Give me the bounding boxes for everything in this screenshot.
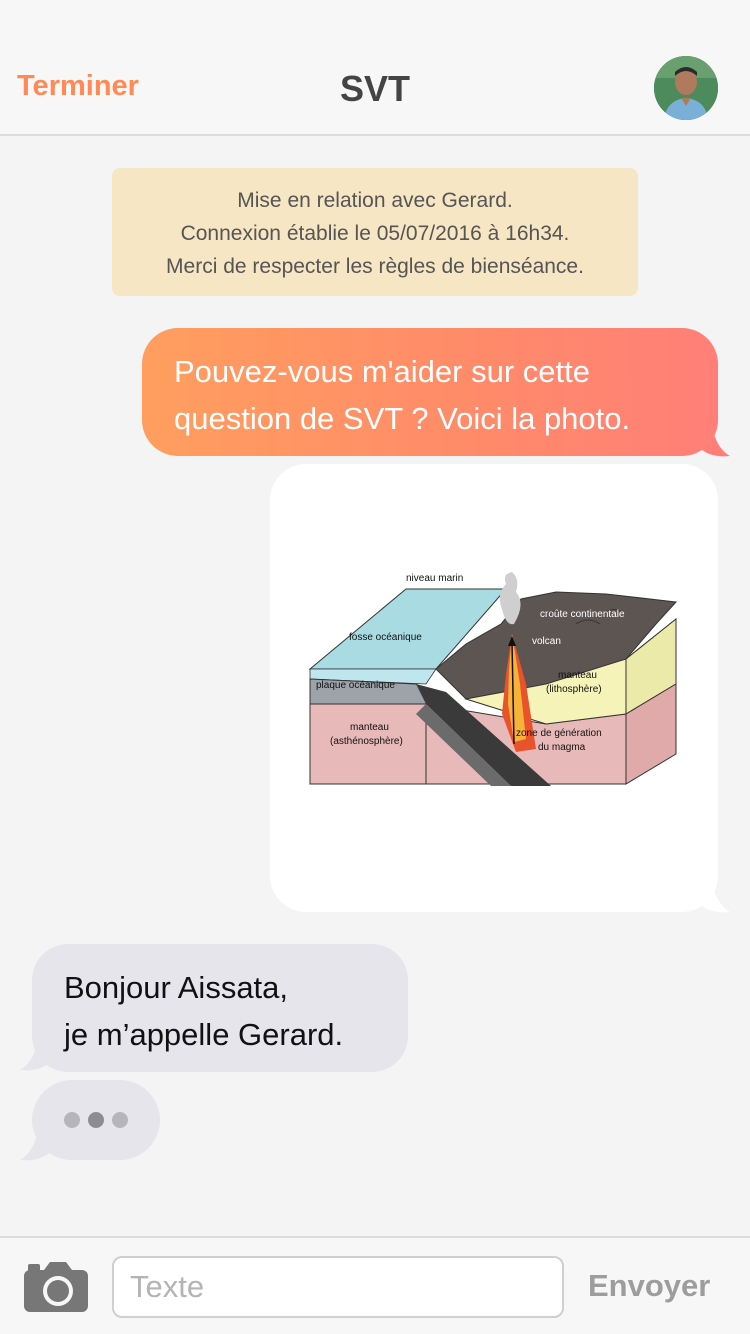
message-line: question de SVT ? Voici la photo. <box>174 401 631 436</box>
notice-line: Mise en relation avec Gerard. <box>237 189 513 212</box>
message-line: je m’appelle Gerard. <box>64 1017 344 1052</box>
connection-notice: Mise en relation avec Gerard. Connexion … <box>112 168 638 296</box>
notice-line: Merci de respecter les règles de bienséa… <box>166 255 584 278</box>
label-manteau-litho: manteau <box>558 670 597 681</box>
tutor-photo <box>654 56 718 120</box>
label-fosse: fosse océanique <box>349 632 422 643</box>
label-plaque: plaque océanique <box>316 680 395 691</box>
label-lithosphere: (lithosphère) <box>546 684 602 695</box>
label-magma: du magma <box>538 742 586 753</box>
label-zone-generation: zone de génération <box>516 728 602 739</box>
typing-dot <box>64 1112 80 1128</box>
label-niveau-marin: niveau marin <box>406 573 463 584</box>
outgoing-image-message[interactable]: niveau marin croûte continentale fosse o… <box>270 464 718 912</box>
label-asthenosphere: (asthénosphère) <box>330 736 403 747</box>
send-button[interactable]: Envoyer <box>588 1268 710 1304</box>
camera-button[interactable] <box>22 1260 90 1314</box>
label-manteau-asth: manteau <box>350 722 389 733</box>
message-input[interactable] <box>112 1256 564 1318</box>
subduction-diagram-image: niveau marin croûte continentale fosse o… <box>308 572 678 786</box>
nav-bar: Terminer SVT <box>0 0 750 136</box>
typing-indicator <box>32 1080 160 1160</box>
typing-dot <box>88 1112 104 1128</box>
label-croute: croûte continentale <box>540 609 625 620</box>
page-title: SVT <box>339 68 410 109</box>
label-volcan: volcan <box>532 636 561 647</box>
message-line: Pouvez-vous m'aider sur cette <box>174 354 590 389</box>
composer-bar: Envoyer <box>0 1236 750 1334</box>
message-line: Bonjour Aissata, <box>64 970 289 1005</box>
typing-dot <box>112 1112 128 1128</box>
avatar[interactable] <box>654 56 718 120</box>
camera-icon <box>24 1262 88 1312</box>
incoming-message[interactable]: Bonjour Aissata, je m’appelle Gerard. <box>32 944 408 1072</box>
notice-line: Connexion établie le 05/07/2016 à 16h34. <box>180 222 570 245</box>
outgoing-message[interactable]: Pouvez-vous m'aider sur cette question d… <box>142 328 718 456</box>
chat-screen: Terminer SVT Mise en relation avec Gerar… <box>0 0 750 1334</box>
